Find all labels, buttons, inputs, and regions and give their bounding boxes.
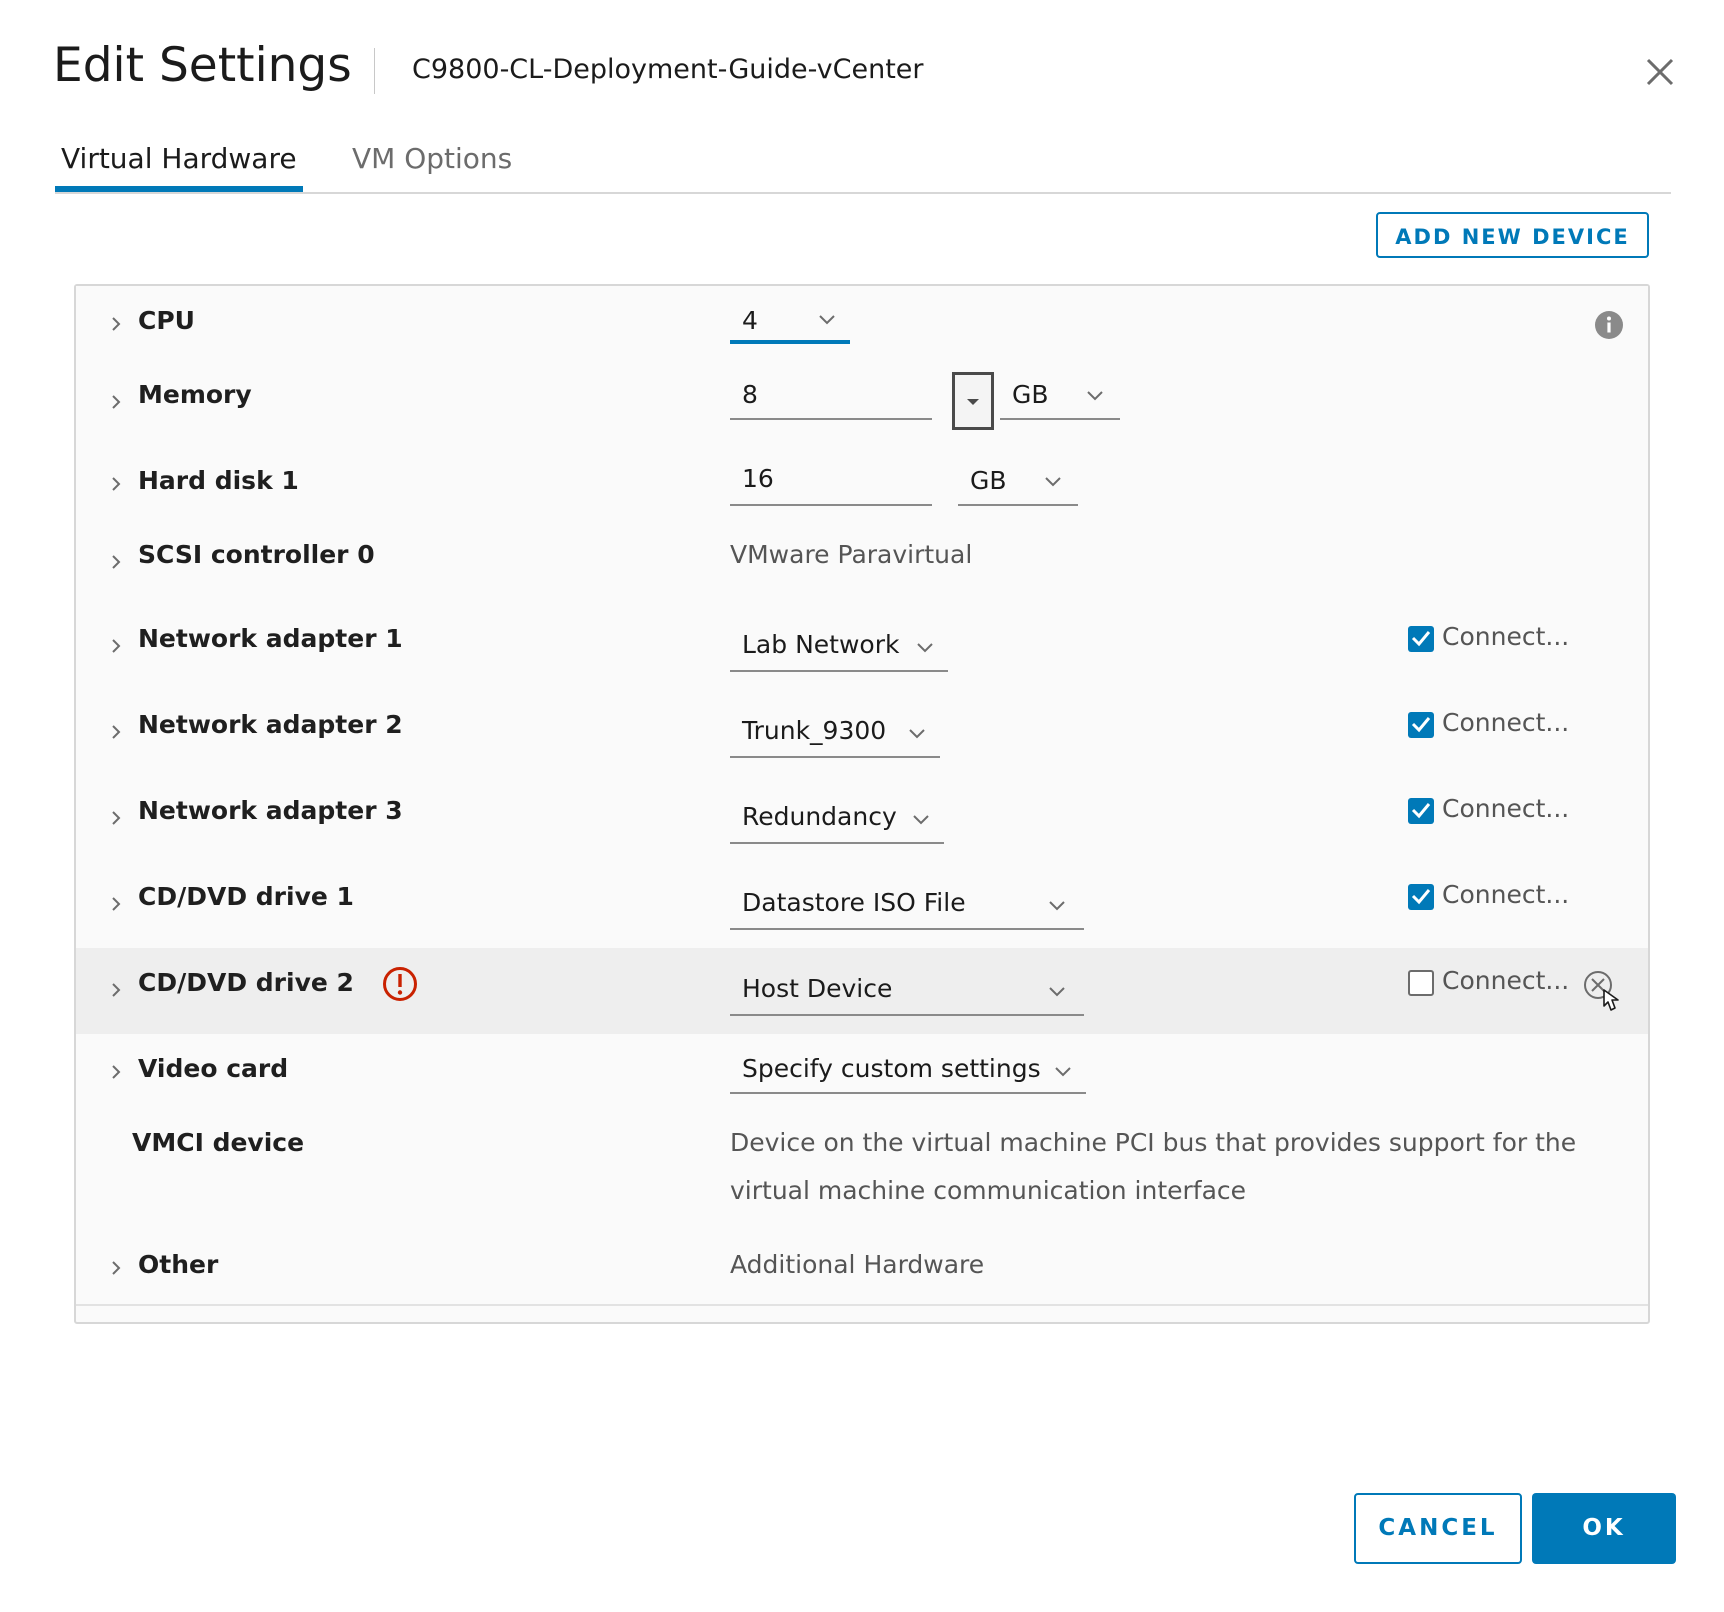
chevron-right-icon[interactable]: [106, 1062, 126, 1082]
chevron-right-icon[interactable]: [106, 722, 126, 742]
hardware-row-other: Other Additional Hardware: [76, 1230, 1648, 1306]
dialog-title: Edit Settings: [53, 38, 352, 93]
title-divider: [374, 48, 375, 94]
connect-label: Connect...: [1442, 880, 1570, 909]
add-new-device-button[interactable]: ADD NEW DEVICE: [1376, 212, 1649, 258]
hardware-row-scsi: SCSI controller 0 VMware Paravirtual: [76, 520, 1648, 606]
cd-dvd-drive-2-connect-checkbox[interactable]: [1408, 970, 1434, 996]
network-adapter-1-value: Lab Network: [742, 630, 900, 659]
cd-dvd-drive-2-value: Host Device: [742, 974, 893, 1003]
memory-value: 8: [742, 380, 758, 409]
tab-bar: Virtual Hardware VM Options: [55, 140, 1671, 194]
video-card-label: Video card: [138, 1054, 289, 1083]
chevron-down-icon: [1049, 987, 1065, 997]
scsi-value: VMware Paravirtual: [730, 540, 973, 569]
chevron-down-icon: [1045, 477, 1061, 487]
edit-settings-dialog: Edit Settings C9800-CL-Deployment-Guide-…: [0, 0, 1724, 1612]
chevron-right-icon[interactable]: [106, 636, 126, 656]
cd-dvd-drive-1-value: Datastore ISO File: [742, 888, 966, 917]
chevron-right-icon[interactable]: [106, 980, 126, 1000]
cpu-label: CPU: [138, 306, 195, 335]
network-adapter-3-label: Network adapter 3: [138, 796, 403, 825]
connect-label: Connect...: [1442, 794, 1570, 823]
memory-label: Memory: [138, 380, 252, 409]
hard-disk-value: 16: [742, 464, 774, 493]
network-adapter-2-connect-checkbox[interactable]: [1408, 712, 1434, 738]
hardware-row-video-card: Video card Specify custom settings: [76, 1034, 1648, 1110]
network-adapter-1-select[interactable]: Lab Network: [730, 620, 948, 672]
network-adapter-2-value: Trunk_9300: [742, 716, 887, 745]
hard-disk-input[interactable]: 16: [730, 458, 932, 506]
ok-button[interactable]: OK: [1532, 1493, 1676, 1564]
hardware-row-network-adapter-1: Network adapter 1 Lab Network Connect...: [76, 604, 1648, 692]
chevron-right-icon[interactable]: [106, 1258, 126, 1278]
scsi-label: SCSI controller 0: [138, 540, 375, 569]
chevron-right-icon[interactable]: [106, 552, 126, 572]
network-adapter-3-select[interactable]: Redundancy: [730, 792, 944, 844]
cd-dvd-drive-2-label: CD/DVD drive 2: [138, 968, 354, 997]
other-value: Additional Hardware: [730, 1250, 985, 1279]
hard-disk-unit-select[interactable]: GB: [958, 458, 1078, 506]
remove-device-icon[interactable]: [1582, 970, 1626, 1014]
other-label: Other: [138, 1250, 219, 1279]
memory-unit: GB: [1012, 380, 1049, 409]
connect-label: Connect...: [1442, 622, 1570, 651]
hardware-row-network-adapter-2: Network adapter 2 Trunk_9300 Connect...: [76, 690, 1648, 778]
cd-dvd-drive-2-select[interactable]: Host Device: [730, 964, 1084, 1016]
memory-input[interactable]: 8: [730, 372, 932, 420]
cd-dvd-drive-1-label: CD/DVD drive 1: [138, 882, 354, 911]
close-icon[interactable]: [1640, 52, 1680, 92]
hard-disk-label: Hard disk 1: [138, 466, 299, 495]
hardware-row-vmci-device: VMCI device Device on the virtual machin…: [76, 1108, 1648, 1232]
network-adapter-2-label: Network adapter 2: [138, 710, 403, 739]
connect-label: Connect...: [1442, 708, 1570, 737]
chevron-right-icon[interactable]: [106, 392, 126, 412]
cpu-value: 4: [742, 306, 758, 335]
vmci-device-label: VMCI device: [132, 1128, 305, 1157]
hardware-row-memory: Memory 8 GB: [76, 360, 1648, 448]
chevron-down-icon: [1049, 901, 1065, 911]
cd-dvd-drive-1-connect-checkbox[interactable]: [1408, 884, 1434, 910]
tab-vm-options[interactable]: VM Options: [352, 140, 512, 190]
chevron-right-icon[interactable]: [106, 474, 126, 494]
chevron-right-icon[interactable]: [106, 808, 126, 828]
chevron-down-icon: [819, 315, 835, 325]
vm-name: C9800-CL-Deployment-Guide-vCenter: [412, 54, 924, 85]
connect-label: Connect...: [1442, 966, 1570, 995]
video-card-value: Specify custom settings: [742, 1054, 1041, 1083]
chevron-down-icon: [917, 643, 933, 653]
hardware-row-hard-disk: Hard disk 1 16 GB: [76, 446, 1648, 522]
vmci-description-line-1: Device on the virtual machine PCI bus th…: [730, 1128, 1577, 1157]
chevron-down-icon: [1087, 391, 1103, 401]
network-adapter-2-select[interactable]: Trunk_9300: [730, 706, 940, 758]
vmci-description-line-2: virtual machine communication interface: [730, 1176, 1247, 1205]
video-card-select[interactable]: Specify custom settings: [730, 1044, 1086, 1094]
hard-disk-unit: GB: [970, 466, 1007, 495]
hardware-row-network-adapter-3: Network adapter 3 Redundancy Connect...: [76, 776, 1648, 864]
hardware-list: CPU 4 Memory 8 GB Hard disk 1 16 GB SCSI…: [74, 284, 1650, 1324]
tab-virtual-hardware[interactable]: Virtual Hardware: [55, 140, 303, 192]
chevron-down-icon: [909, 729, 925, 739]
memory-unit-select[interactable]: GB: [1000, 372, 1120, 420]
chevron-down-icon: [913, 815, 929, 825]
network-adapter-1-connect-checkbox[interactable]: [1408, 626, 1434, 652]
warning-icon: [383, 967, 417, 1001]
hardware-row-cd-dvd-drive-1: CD/DVD drive 1 Datastore ISO File Connec…: [76, 862, 1648, 950]
caret-down-icon: [967, 399, 979, 405]
chevron-right-icon[interactable]: [106, 894, 126, 914]
hardware-row-cd-dvd-drive-2: CD/DVD drive 2 Host Device Connect...: [76, 948, 1648, 1036]
hardware-row-cpu: CPU 4: [76, 286, 1648, 362]
cpu-select[interactable]: 4: [730, 300, 850, 344]
network-adapter-3-value: Redundancy: [742, 802, 897, 831]
cancel-button[interactable]: CANCEL: [1354, 1493, 1522, 1564]
chevron-right-icon[interactable]: [106, 314, 126, 334]
info-icon[interactable]: [1594, 310, 1624, 340]
memory-stepper-dropdown[interactable]: [952, 372, 994, 430]
cd-dvd-drive-1-select[interactable]: Datastore ISO File: [730, 878, 1084, 930]
network-adapter-3-connect-checkbox[interactable]: [1408, 798, 1434, 824]
chevron-down-icon: [1055, 1067, 1071, 1077]
network-adapter-1-label: Network adapter 1: [138, 624, 403, 653]
